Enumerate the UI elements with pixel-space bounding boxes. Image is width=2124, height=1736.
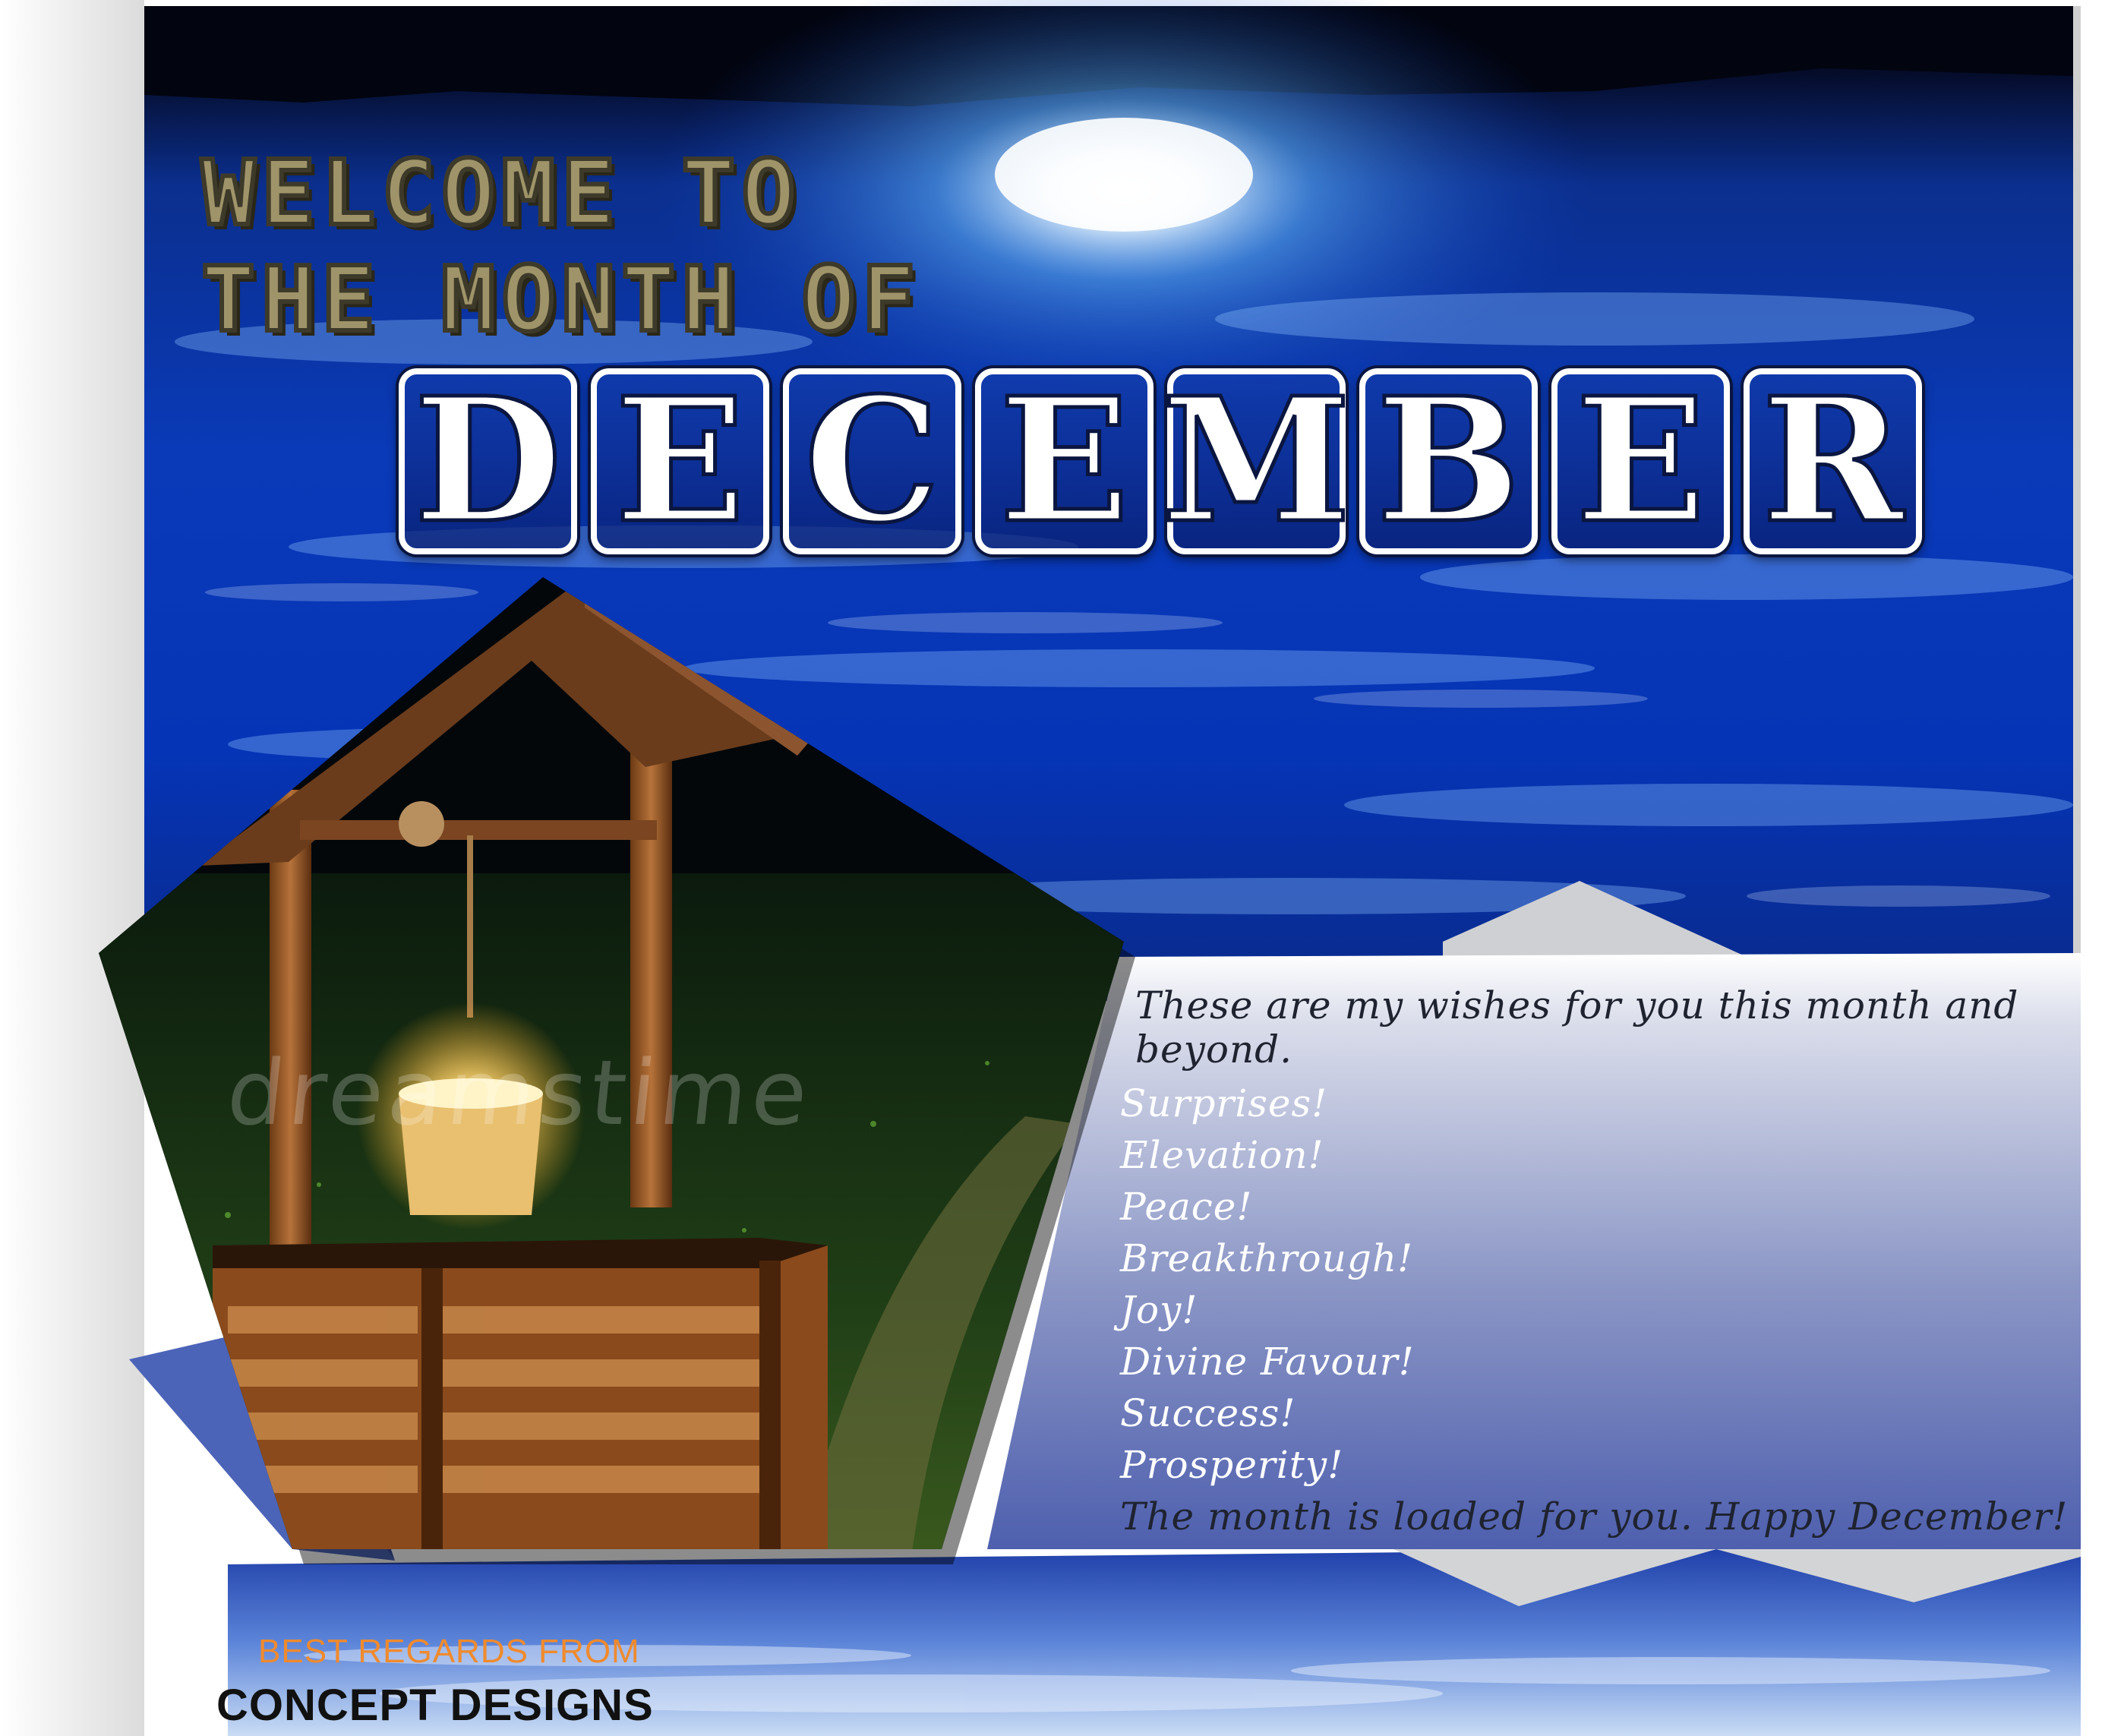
month-letter-tile: E xyxy=(591,368,769,554)
headline-welcome-to: WELCOME TO xyxy=(199,138,802,248)
month-letter-tile: E xyxy=(975,368,1154,554)
month-letter: M xyxy=(1160,361,1352,561)
month-letter: D xyxy=(412,361,563,561)
regards-label: BEST REGARDS FROM xyxy=(258,1633,640,1670)
december-greeting-poster: dreamstime WELCOME TO THE MONTH OF D E C… xyxy=(0,0,2124,1736)
wish-item: Prosperity! xyxy=(1120,1443,1344,1487)
month-letter: E xyxy=(997,361,1131,561)
wish-item: Surprises! xyxy=(1120,1081,1328,1125)
wishes-panel: These are my wishes for you this month a… xyxy=(1120,983,2100,1542)
month-letter: C xyxy=(802,361,942,561)
month-letter: E xyxy=(613,361,746,561)
month-letter-tile: B xyxy=(1359,368,1538,554)
month-letter-tile: M xyxy=(1160,368,1353,554)
wish-item: Joy! xyxy=(1120,1288,1198,1332)
headline-the-month-of: THE MONTH OF xyxy=(199,245,922,354)
month-letter-tile: R xyxy=(1744,368,1922,554)
wish-item: Divine Favour! xyxy=(1120,1340,1415,1384)
month-letter-tile: E xyxy=(1551,368,1730,554)
month-letter: E xyxy=(1573,361,1707,561)
month-letter: R xyxy=(1760,361,1906,561)
month-letter: B xyxy=(1374,361,1523,561)
wishes-closing: The month is loaded for you. Happy Decem… xyxy=(1120,1495,2069,1539)
month-letter-tile: C xyxy=(783,368,961,554)
month-letter-tile: D xyxy=(399,368,577,554)
image-watermark: dreamstime xyxy=(222,1040,818,1145)
wish-item: Success! xyxy=(1120,1391,1296,1435)
wish-item: Elevation! xyxy=(1120,1133,1324,1177)
wish-item: Peace! xyxy=(1120,1185,1253,1229)
wishes-intro: These are my wishes for you this month a… xyxy=(1135,983,2019,1072)
brand-name: CONCEPT DESIGNS xyxy=(216,1681,654,1730)
wish-item: Breakthrough! xyxy=(1120,1236,1414,1280)
month-title: D E C E M B E R xyxy=(399,368,1922,554)
